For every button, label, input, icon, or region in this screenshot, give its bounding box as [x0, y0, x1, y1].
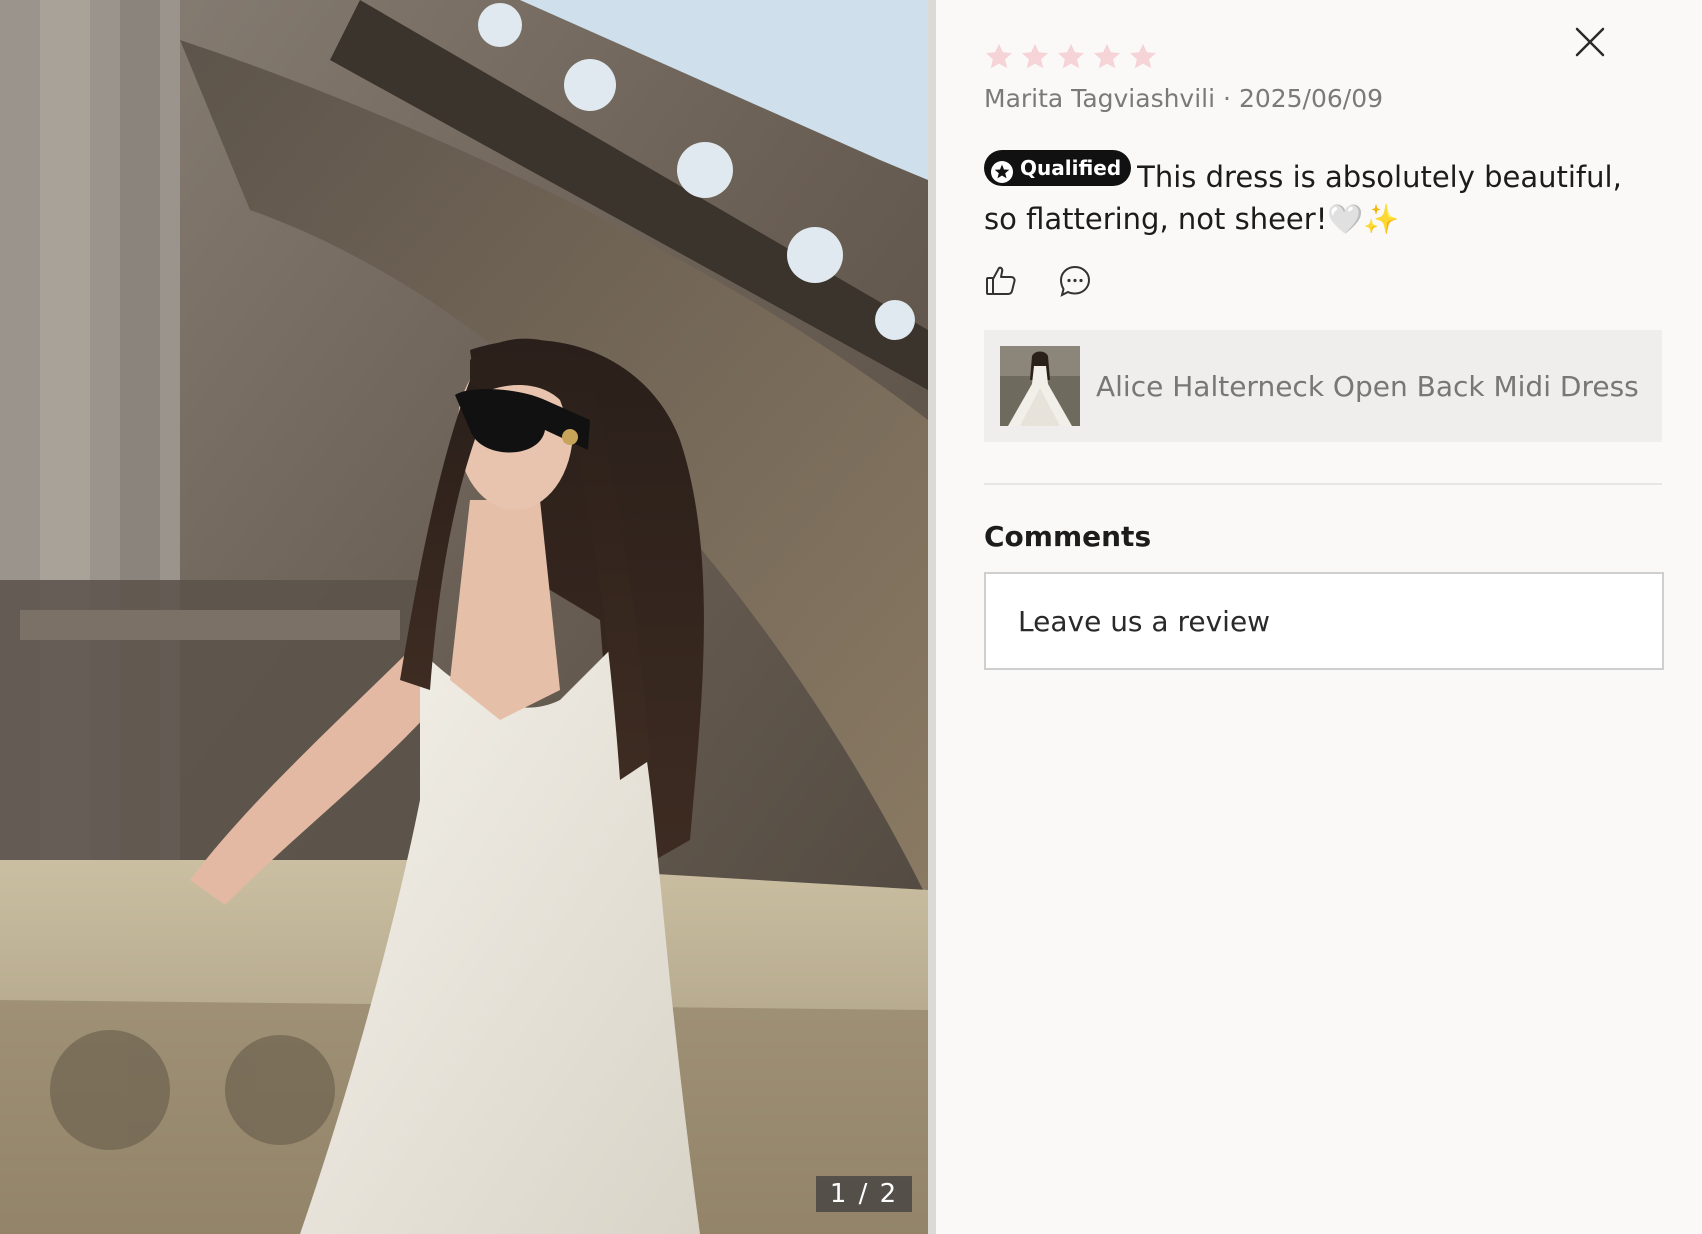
section-divider [984, 483, 1662, 485]
review-modal: 1 / 2 Marita Tagviashvili · 2025/06/09 Q… [0, 0, 1702, 1234]
comments-title: Comments [984, 520, 1152, 553]
product-name: Alice Halterneck Open Back Midi Dress [1096, 369, 1639, 403]
review-photo-image [0, 0, 928, 1234]
rating-stars [984, 42, 1158, 72]
star-icon [1094, 43, 1120, 69]
review-actions [984, 264, 1092, 298]
star-icon [986, 43, 1012, 69]
review-panel: Marita Tagviashvili · 2025/06/09 Qualifi… [936, 0, 1702, 1234]
meta-separator: · [1223, 84, 1231, 113]
review-text-block: Qualified This dress is absolutely beaut… [984, 150, 1654, 240]
product-link[interactable]: Alice Halterneck Open Back Midi Dress [984, 330, 1662, 442]
star-icon [1130, 43, 1156, 69]
chat-bubble-icon[interactable] [1058, 264, 1092, 298]
qualified-badge-icon [990, 156, 1014, 183]
panel-divider [928, 0, 936, 1234]
product-thumbnail [1000, 346, 1080, 426]
thumbs-up-icon[interactable] [984, 264, 1018, 298]
comment-field[interactable] [984, 572, 1664, 670]
review-author: Marita Tagviashvili [984, 84, 1216, 113]
review-date: 2025/06/09 [1238, 84, 1384, 113]
close-icon[interactable] [1572, 24, 1608, 60]
qualified-badge: Qualified [984, 150, 1132, 186]
star-icon [1058, 43, 1084, 69]
star-icon [1022, 43, 1048, 69]
comment-input[interactable] [986, 574, 1662, 668]
qualified-badge-label: Qualified [1020, 156, 1122, 180]
photo-counter: 1 / 2 [816, 1176, 912, 1212]
review-photo[interactable]: 1 / 2 [0, 0, 928, 1234]
review-meta: Marita Tagviashvili · 2025/06/09 [984, 84, 1383, 113]
